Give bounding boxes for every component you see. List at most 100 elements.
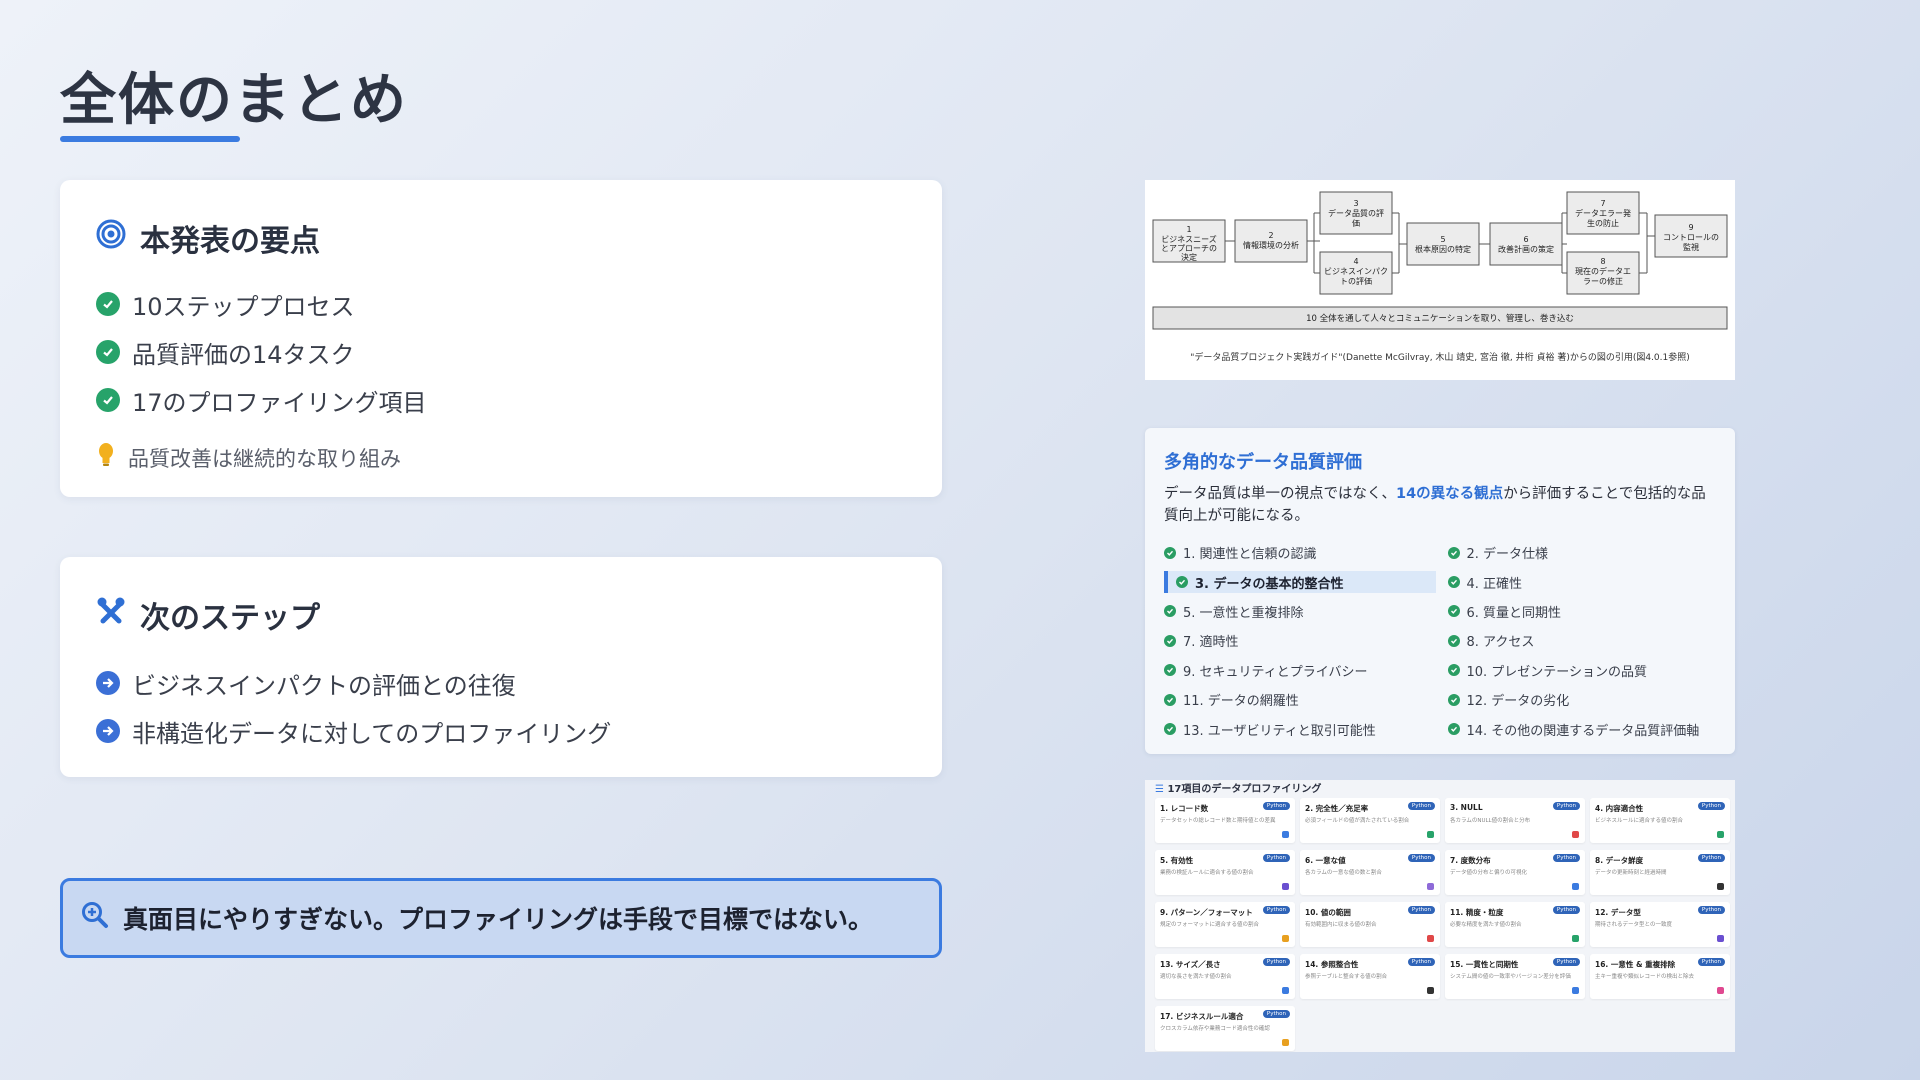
python-badge: Python bbox=[1407, 854, 1435, 862]
summary-list: 10ステッププロセス 品質評価の14タスク 17のプロファイリング項目 bbox=[96, 280, 427, 424]
list-item: 10ステッププロセス bbox=[96, 280, 427, 328]
python-badge: Python bbox=[1697, 854, 1725, 862]
dq-description: データ品質は単一の視点ではなく、14の異なる観点から評価することで包括的な品質向… bbox=[1164, 486, 1706, 524]
python-badge: Python bbox=[1552, 854, 1580, 862]
svg-text:決定: 決定 bbox=[1181, 252, 1197, 262]
svg-text:根本原因の特定: 根本原因の特定 bbox=[1415, 244, 1471, 254]
flow-bar: 10 全体を通して人々とコミュニケーションを取り、管理し、巻き込む bbox=[1306, 314, 1574, 324]
dq-item: 2. データ仕様 bbox=[1447, 538, 1720, 567]
check-icon bbox=[1164, 546, 1176, 559]
profiling-card-name: 2. 完全性／充足率 bbox=[1305, 804, 1369, 813]
profiling-card-desc: 主キー重複や類似レコードの検出と除去 bbox=[1595, 974, 1695, 980]
check-icon bbox=[1164, 693, 1176, 706]
next-list: ビジネスインパクトの評価との往復 非構造化データに対してのプロファイリング bbox=[96, 659, 611, 755]
profiling-card-icon bbox=[1717, 935, 1724, 942]
profiling-card-desc: ビジネスルールに適合する値の割合 bbox=[1595, 818, 1684, 824]
check-icon bbox=[1447, 576, 1460, 589]
profiling-card-icon bbox=[1427, 987, 1434, 994]
profiling-card-name: 6. 一意な値 bbox=[1305, 856, 1346, 865]
profiling-card: 3. NULL Python 各カラムのNULL値の割合と分布 bbox=[1445, 798, 1585, 843]
svg-text:生の防止: 生の防止 bbox=[1587, 218, 1619, 228]
dq-item: 14. その他の関連するデータ品質評価軸 bbox=[1447, 714, 1720, 743]
profiling-card: 12. データ型 Python 期待されるデータ型との一致度 bbox=[1590, 902, 1730, 947]
page-title: 全体のまとめ bbox=[60, 68, 408, 133]
profiling-card: 2. 完全性／充足率 Python 必須フィールドの値が満たされている割合 bbox=[1300, 798, 1440, 843]
svg-text:6: 6 bbox=[1523, 235, 1528, 244]
profiling-card-name: 4. 内容適合性 bbox=[1595, 804, 1644, 813]
svg-text:コントロールの: コントロールの bbox=[1663, 233, 1719, 242]
svg-text:監視: 監視 bbox=[1683, 242, 1699, 252]
check-icon bbox=[1447, 634, 1460, 647]
python-badge: Python bbox=[1407, 958, 1435, 966]
check-icon bbox=[1164, 605, 1176, 618]
profiling-card: 9. パターン／フォーマット Python 規定のフォーマットに適合する値の割合 bbox=[1155, 902, 1295, 947]
data-quality-panel: 多角的なデータ品質評価 データ品質は単一の視点ではなく、14の異なる観点から評価… bbox=[1145, 428, 1735, 754]
callout-text: 真面目にやりすぎない。プロファイリングは手段で目標ではない。 bbox=[123, 905, 874, 934]
next-heading: 次のステップ bbox=[96, 593, 320, 637]
profiling-card: 4. 内容適合性 Python ビジネスルールに適合する値の割合 bbox=[1590, 798, 1730, 843]
profiling-card-desc: 各カラムのNULL値の割合と分布 bbox=[1450, 818, 1531, 824]
python-badge: Python bbox=[1262, 802, 1290, 810]
svg-text:情報環境の分析: 情報環境の分析 bbox=[1243, 240, 1299, 250]
search-plus-icon bbox=[81, 901, 109, 935]
profiling-card-icon bbox=[1282, 831, 1289, 838]
profiling-card-name: 11. 精度・粒度 bbox=[1450, 908, 1504, 917]
profiling-card-name: 16. 一意性 & 重複排除 bbox=[1595, 960, 1676, 969]
check-icon bbox=[1164, 723, 1176, 736]
list-item-text: 17のプロファイリング項目 bbox=[132, 388, 427, 417]
svg-text:ラーの修正: ラーの修正 bbox=[1583, 276, 1623, 286]
dq-grid: 1. 関連性と信頼の認識 2. データ仕様 3. データの基本的整合性 4. 正… bbox=[1164, 538, 1719, 744]
profiling-card-name: 7. 度数分布 bbox=[1450, 856, 1491, 865]
profiling-card-desc: 有効範囲内に収まる値の割合 bbox=[1305, 922, 1377, 928]
profiling-card-desc: 業務の検証ルールに適合する値の割合 bbox=[1160, 870, 1254, 876]
list-item: 非構造化データに対してのプロファイリング bbox=[96, 707, 611, 755]
svg-text:トの評価: トの評価 bbox=[1340, 276, 1372, 286]
check-icon bbox=[1164, 664, 1176, 677]
dq-item: 10. プレゼンテーションの品質 bbox=[1447, 656, 1720, 685]
profiling-card-desc: クロスカラム依存や業務コード適合性の確認 bbox=[1160, 1026, 1270, 1032]
profiling-card-icon bbox=[1427, 831, 1434, 838]
dq-item: 12. データの劣化 bbox=[1447, 685, 1720, 714]
profiling-card-icon bbox=[1427, 883, 1434, 890]
profiling-card-name: 15. 一貫性と同期性 bbox=[1450, 960, 1519, 969]
profiling-card-name: 9. パターン／フォーマット bbox=[1160, 908, 1253, 917]
check-icon bbox=[1447, 605, 1460, 618]
profiling-card-desc: 規定のフォーマットに適合する値の割合 bbox=[1160, 922, 1260, 928]
profiling-card: 5. 有効性 Python 業務の検証ルールに適合する値の割合 bbox=[1155, 850, 1295, 895]
check-icon bbox=[1447, 664, 1460, 677]
profiling-card-name: 8. データ鮮度 bbox=[1595, 856, 1644, 865]
dq-item: 8. アクセス bbox=[1447, 626, 1720, 655]
check-icon bbox=[1447, 693, 1460, 706]
check-icon bbox=[1164, 634, 1176, 647]
python-badge: Python bbox=[1407, 906, 1435, 914]
profiling-card: 16. 一意性 & 重複排除 Python 主キー重複や類似レコードの検出と除去 bbox=[1590, 954, 1730, 999]
profiling-card: 11. 精度・粒度 Python 必要な精度を満たす値の割合 bbox=[1445, 902, 1585, 947]
svg-text:価: 価 bbox=[1352, 218, 1360, 228]
profiling-card: 1. レコード数 Python データセットの総レコード数と期待値との差異 bbox=[1155, 798, 1295, 843]
profiling-card-desc: 必須フィールドの値が満たされている割合 bbox=[1305, 818, 1410, 824]
profiling-card-icon bbox=[1427, 935, 1434, 942]
profiling-panel: ☰ 17項目のデータプロファイリング 1. レコード数 Python データセットの… bbox=[1145, 780, 1735, 1052]
svg-text:改善計画の策定: 改善計画の策定 bbox=[1498, 244, 1554, 254]
python-badge: Python bbox=[1697, 958, 1725, 966]
python-badge: Python bbox=[1262, 854, 1290, 862]
profiling-card-name: 17. ビジネスルール適合 bbox=[1160, 1012, 1244, 1021]
profiling-card-desc: データセットの総レコード数と期待値との差異 bbox=[1160, 818, 1276, 824]
profiling-card-desc: 必要な精度を満たす値の割合 bbox=[1450, 922, 1522, 928]
check-icon bbox=[1176, 576, 1188, 589]
svg-text:7: 7 bbox=[1600, 199, 1605, 208]
profiling-card-icon bbox=[1572, 935, 1579, 942]
list-item: 17のプロファイリング項目 bbox=[96, 376, 427, 424]
profiling-card-desc: 参照テーブルと整合する値の割合 bbox=[1305, 974, 1388, 980]
svg-text:ビジネスニーズ: ビジネスニーズ bbox=[1161, 234, 1217, 244]
process-flow-diagram: 1 ビジネスニーズ とアプローチの 決定 2 情報環境の分析 3 データ品質の評… bbox=[1145, 180, 1735, 380]
flow-caption: "データ品質プロジェクト実践ガイド"(Danette McGilvray, 木山… bbox=[1190, 353, 1690, 363]
profiling-card-icon bbox=[1282, 883, 1289, 890]
svg-text:4: 4 bbox=[1353, 257, 1358, 266]
python-badge: Python bbox=[1552, 802, 1580, 810]
list-item: 品質評価の14タスク bbox=[96, 328, 427, 376]
profiling-card-icon bbox=[1572, 987, 1579, 994]
profiling-card-name: 3. NULL bbox=[1450, 803, 1483, 812]
profiling-card-name: 1. レコード数 bbox=[1160, 804, 1209, 813]
python-badge: Python bbox=[1262, 958, 1290, 966]
